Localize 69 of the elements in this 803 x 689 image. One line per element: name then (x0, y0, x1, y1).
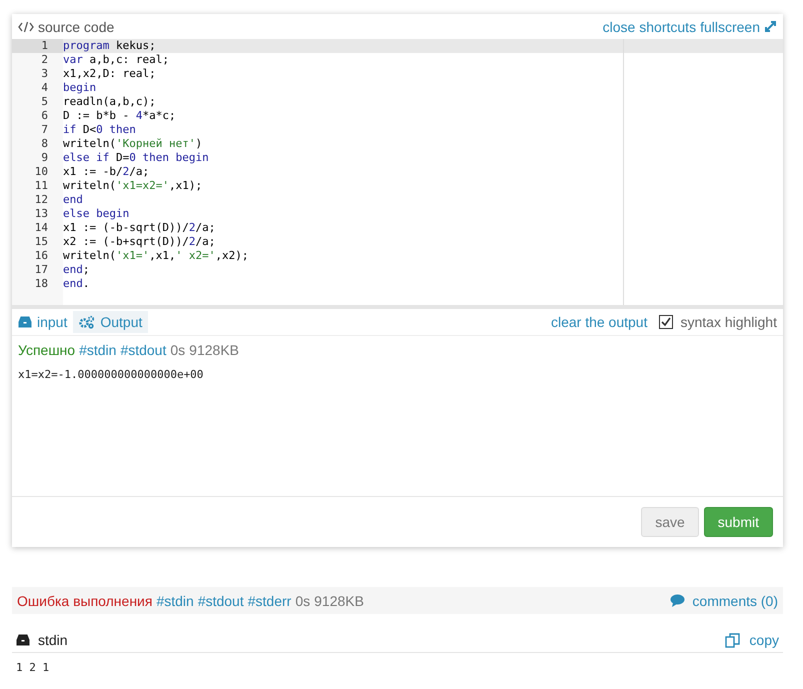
copy-link[interactable]: copy (725, 632, 779, 648)
expand-icon[interactable] (764, 20, 777, 33)
tab[interactable]: Output (73, 311, 148, 333)
run-time: 0s (170, 342, 186, 358)
line-number: 17 (12, 263, 63, 277)
memory-usage: 9128KB (189, 342, 239, 358)
code-icon (18, 20, 34, 32)
code-line: D := b*b - 4*a*c; (63, 109, 177, 123)
line-number: 13 (12, 207, 63, 221)
line-number: 1 (12, 39, 63, 53)
line-number: 15 (12, 235, 63, 249)
code-line: readln(a,b,c); (63, 95, 157, 109)
tag-link[interactable]: #stdout (120, 342, 166, 358)
stdin-text: 1 2 1 (15, 661, 50, 674)
comment-icon (670, 594, 686, 607)
run-time: 0s (295, 592, 310, 608)
code-line: end; (63, 263, 90, 277)
clear-output-link[interactable]: clear the output (550, 314, 648, 330)
line-number: 5 (12, 95, 63, 109)
stdin-title: stdin (38, 632, 68, 648)
code-line: else if D=0 then begin (63, 151, 210, 165)
copy-icon (725, 632, 742, 648)
line-number: 14 (12, 221, 63, 235)
inbox-icon (16, 634, 30, 646)
memory-usage: 9128KB (314, 592, 364, 608)
line-number: 12 (12, 193, 63, 207)
line-number: 16 (12, 249, 63, 263)
code-line: x1 := -b/2/a; (63, 165, 150, 179)
code-line: begin (63, 81, 98, 95)
tag-link[interactable]: #stdin (156, 592, 194, 608)
inbox-icon (18, 316, 32, 328)
line-number: 7 (12, 123, 63, 137)
line-number: 11 (12, 179, 63, 193)
code-line: else begin (63, 207, 130, 221)
line-number: 9 (12, 151, 63, 165)
run-status: Успешно (18, 342, 76, 358)
editor-action-link[interactable]: fullscreen (700, 18, 760, 34)
run-status: Ошибка выполнения (17, 592, 152, 608)
code-line: end. (63, 277, 90, 291)
code-line: if D<0 then (63, 123, 137, 137)
gears-icon (79, 315, 96, 329)
syntax-highlight-checkbox[interactable]: syntax highlight (659, 314, 777, 330)
tag-link[interactable]: #stdout (198, 592, 244, 608)
code-line: x1 := (-b-sqrt(D))/2/a; (63, 221, 216, 235)
source-code-title: source code (18, 18, 114, 34)
check-icon (660, 316, 672, 328)
action-button[interactable]: submit (704, 507, 773, 537)
editor-action-link[interactable]: close (602, 18, 636, 34)
code-line: writeln('Корней нет') (63, 137, 204, 151)
code-line: x1,x2,D: real; (63, 67, 157, 81)
code-line: writeln('x1=',x1,' x2=',x2); (63, 249, 250, 263)
line-number: 3 (12, 67, 63, 81)
action-button[interactable]: save (641, 507, 699, 537)
output-text: x1=x2=-1.000000000000000e+00 (18, 368, 204, 381)
line-number: 2 (12, 53, 63, 67)
line-number: 4 (12, 81, 63, 95)
code-line: x2 := (-b+sqrt(D))/2/a; (63, 235, 216, 249)
line-number: 8 (12, 137, 63, 151)
comments-link[interactable]: comments (0) (692, 592, 778, 608)
tag-link[interactable]: #stderr (248, 592, 292, 608)
editor-action-link[interactable]: shortcuts (639, 18, 696, 34)
tag-link[interactable]: #stdin (79, 342, 116, 358)
line-number: 10 (12, 165, 63, 179)
line-number: 6 (12, 109, 63, 123)
code-line: writeln('x1=x2=',x1); (63, 179, 204, 193)
code-line: var a,b,c: real; (63, 53, 170, 67)
line-number: 18 (12, 277, 63, 291)
code-line: end (63, 193, 84, 207)
tab[interactable]: input (12, 311, 74, 333)
